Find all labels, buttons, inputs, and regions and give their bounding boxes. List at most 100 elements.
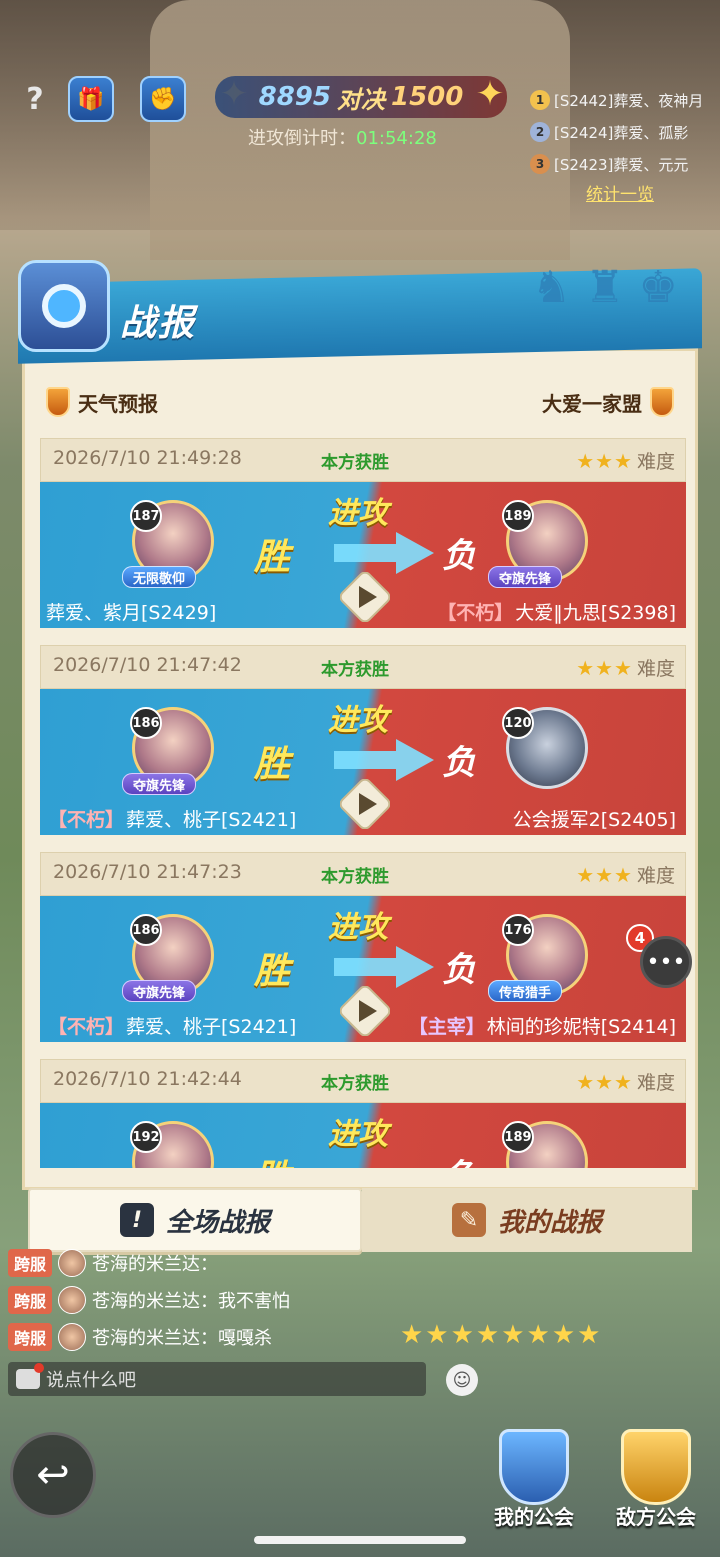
right-team: 大爱一家盟 [542, 387, 674, 417]
report-item[interactable]: 2026/7/10 21:42:44 本方获胜 ★★★ 难度 192 胜 进攻 … [40, 1059, 686, 1168]
ranking-text: [S2423]葬爱、元元 [554, 155, 689, 174]
left-hero-title: 夺旗先锋 [122, 980, 197, 1002]
right-team-name: 大爱一家盟 [542, 391, 642, 416]
left-team: 天气预报 [46, 387, 158, 417]
chat-message: 跨服 苍海的米兰达：嘎嘎杀 [8, 1318, 428, 1355]
report-list[interactable]: 2026/7/10 21:49:28 本方获胜 ★★★ 难度 187 无限敬仰 … [40, 438, 686, 1168]
replay-play-button[interactable] [340, 779, 390, 829]
report-difficulty: ★★★ 难度 [576, 1068, 675, 1095]
rank-medal-icon: 1 [530, 90, 550, 110]
home-indicator[interactable] [254, 1536, 466, 1544]
report-battle-band: 186 夺旗先锋 胜 进攻 负 120 【不朽】 葬爱、桃子[S2421] 公会援… [40, 689, 686, 835]
replay-play-button[interactable] [340, 986, 390, 1036]
enemy-guild-button[interactable]: 敌方公会 [606, 1420, 706, 1530]
back-button[interactable]: ↩ [10, 1432, 96, 1518]
report-result: 本方获胜 [321, 867, 389, 887]
chat-icon [16, 1363, 44, 1389]
right-player-name-text: 大爱‖九思[S2398] [515, 602, 676, 624]
ranking-item: 1 [S2442]葬爱、夜神月 [530, 84, 720, 116]
chat-input[interactable]: 说点什么吧 [8, 1362, 426, 1396]
left-player-tag: 【不朽】 [48, 809, 125, 831]
report-header: 2026/7/10 21:47:42 本方获胜 ★★★ 难度 [40, 645, 686, 689]
attack-arrow-icon [334, 532, 434, 574]
ranking-item: 2 [S2424]葬爱、孤影 [530, 116, 720, 148]
right-player-name: 【主宰】 林间的珍妮特[S2414] [407, 1012, 676, 1039]
attack-label: 进攻 [328, 1117, 388, 1152]
battle-report-emblem-icon [18, 260, 110, 352]
right-hero-level: 189 [502, 500, 534, 532]
difficulty-stars-icon: ★★★ [576, 655, 633, 680]
report-item[interactable]: 2026/7/10 21:47:23 本方获胜 ★★★ 难度 186 夺旗先锋 … [40, 852, 686, 1059]
left-hero-level: 192 [130, 1121, 162, 1153]
difficulty-stars-icon: ★★★ [576, 448, 633, 473]
right-player-name: 公会援军2[S2405] [513, 805, 676, 832]
chat-message: 跨服 苍海的米兰达：我不害怕 [8, 1281, 428, 1318]
right-hero-level: 189 [502, 1121, 534, 1153]
report-battle-band: 187 无限敬仰 胜 进攻 负 189 夺旗先锋 葬爱、紫月[S2429] 【不… [40, 482, 686, 628]
emoji-icon[interactable]: ☺ [446, 1364, 478, 1396]
chat-channel-badge: 跨服 [8, 1285, 53, 1314]
report-item[interactable]: 2026/7/10 21:47:42 本方获胜 ★★★ 难度 186 夺旗先锋 … [40, 645, 686, 852]
right-hero-title: 传奇猎手 [488, 980, 563, 1002]
attack-label: 进攻 [328, 910, 388, 945]
left-player-name-text: 葬爱、桃子[S2421] [126, 809, 297, 831]
chat-avatar [58, 1322, 87, 1351]
left-hero-title: 夺旗先锋 [122, 773, 197, 795]
fist-icon[interactable]: ✊ [140, 76, 186, 122]
ranking-list: 1 [S2442]葬爱、夜神月 2 [S2424]葬爱、孤影 3 [S2423]… [530, 84, 720, 180]
tab-mine-label: 我的战报 [497, 1207, 602, 1238]
tab-all-label: 全场战报 [165, 1207, 270, 1238]
attack-arrow-icon [334, 946, 434, 988]
chat-message-text: 苍海的米兰达： [92, 1253, 219, 1275]
report-time: 2026/7/10 21:47:23 [53, 861, 242, 883]
report-time: 2026/7/10 21:49:28 [53, 447, 242, 469]
chat-avatar [58, 1285, 87, 1314]
chat-channel-badge: 跨服 [8, 1248, 53, 1277]
tab-my-reports[interactable]: ✎ 我的战报 [362, 1188, 692, 1252]
teams-row: 天气预报 大爱一家盟 [46, 384, 674, 420]
chat-avatar [58, 1248, 87, 1277]
difficulty-label: 难度 [636, 451, 675, 473]
win-label: 胜 [254, 744, 291, 785]
report-item[interactable]: 2026/7/10 21:49:28 本方获胜 ★★★ 难度 187 无限敬仰 … [40, 438, 686, 645]
right-hero-title: 夺旗先锋 [488, 566, 563, 588]
lose-label: 负 [442, 1149, 476, 1168]
report-header: 2026/7/10 21:42:44 本方获胜 ★★★ 难度 [40, 1059, 686, 1103]
ranking-item: 3 [S2423]葬爱、元元 [530, 148, 720, 180]
chat-message-text: 苍海的米兰达：嘎嘎杀 [92, 1327, 273, 1349]
enemy-guild-label: 敌方公会 [616, 1505, 696, 1529]
report-difficulty: ★★★ 难度 [576, 861, 675, 888]
countdown-time: 01:54:28 [356, 128, 437, 149]
gift-box-icon[interactable]: 🎁 [68, 76, 114, 122]
right-hero-level: 176 [502, 914, 534, 946]
tab-all-reports[interactable]: ! 全场战报 [28, 1188, 362, 1252]
chat-bubble-icon[interactable]: ••• [640, 936, 692, 988]
lose-label: 负 [442, 536, 476, 576]
chat-feed: 跨服 苍海的米兰达： 跨服 苍海的米兰达：我不害怕 跨服 苍海的米兰达：嘎嘎杀 [8, 1244, 428, 1355]
difficulty-label: 难度 [636, 658, 675, 680]
my-guild-button[interactable]: 我的公会 [484, 1420, 584, 1530]
ranking-text: [S2424]葬爱、孤影 [554, 123, 689, 142]
report-header: 2026/7/10 21:47:23 本方获胜 ★★★ 难度 [40, 852, 686, 896]
help-icon[interactable]: ? [20, 82, 50, 118]
report-result: 本方获胜 [321, 453, 389, 473]
rank-medal-icon: 3 [530, 154, 550, 174]
replay-play-button[interactable] [340, 572, 390, 622]
right-player-name-text: 林间的珍妮特[S2414] [486, 1016, 676, 1038]
left-hero-level: 187 [130, 500, 162, 532]
left-player-name: 葬爱、紫月[S2429] [46, 598, 216, 625]
enemy-guild-emblem-icon [621, 1429, 691, 1505]
all-reports-icon: ! [119, 1203, 154, 1237]
left-player-name: 【不朽】 葬爱、桃子[S2421] [46, 1012, 296, 1039]
difficulty-label: 难度 [636, 1072, 675, 1094]
attack-countdown: 进攻倒计时：01:54:28 [248, 124, 437, 150]
chat-message-text: 苍海的米兰达：我不害怕 [92, 1290, 291, 1312]
right-player-name: 【不朽】 大爱‖九思[S2398] [435, 598, 676, 625]
chat-input-placeholder: 说点什么吧 [46, 1370, 136, 1391]
chat-message: 跨服 苍海的米兰达： [8, 1244, 428, 1281]
chat-channel-badge: 跨服 [8, 1322, 53, 1351]
right-hero-level: 120 [502, 707, 534, 739]
left-player-name-text: 葬爱、紫月[S2429] [46, 602, 217, 624]
stats-overview-link[interactable]: 统计一览 [586, 180, 654, 205]
rank-medal-icon: 2 [530, 122, 550, 142]
